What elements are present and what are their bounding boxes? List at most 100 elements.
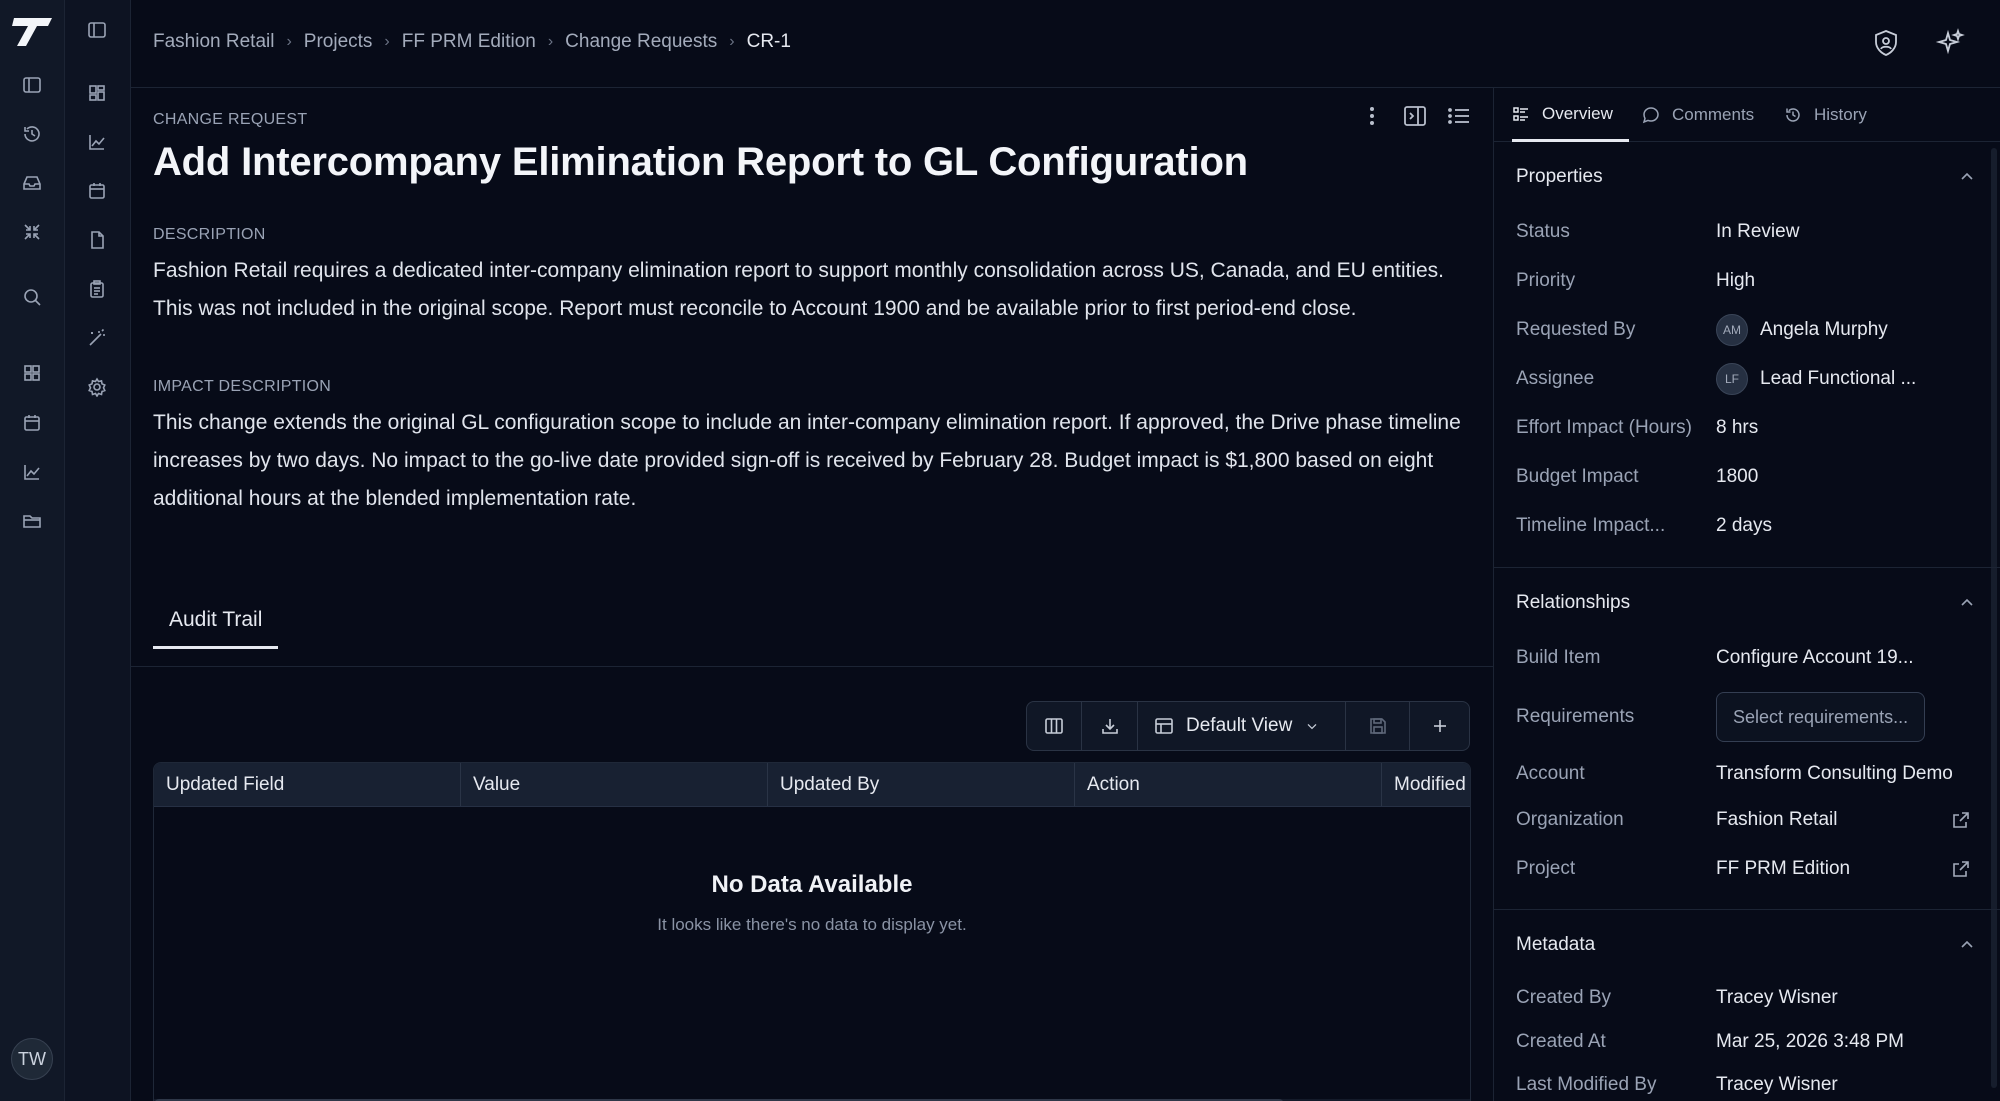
property-label: Build Item bbox=[1516, 647, 1601, 668]
add-row-button[interactable] bbox=[1410, 701, 1470, 751]
calendar-icon[interactable] bbox=[17, 408, 47, 438]
clipboard-icon[interactable] bbox=[82, 274, 112, 304]
property-status: Status In Review bbox=[1516, 217, 1976, 247]
requirements-select[interactable]: Select requirements... bbox=[1716, 692, 1926, 742]
history-icon bbox=[1786, 108, 1800, 122]
app-logo[interactable] bbox=[12, 14, 54, 50]
tab-overview[interactable]: Overview bbox=[1512, 88, 1629, 142]
dashboard-icon[interactable] bbox=[17, 358, 47, 388]
audit-tabs: Audit Trail bbox=[153, 608, 279, 649]
requested-by-name: Angela Murphy bbox=[1760, 319, 1888, 340]
external-link-icon[interactable] bbox=[1950, 858, 1972, 880]
property-budget: Budget Impact 1800 bbox=[1516, 462, 1976, 492]
sparkles-icon[interactable] bbox=[1935, 28, 1965, 58]
priority-value[interactable]: High bbox=[1716, 270, 1755, 292]
breadcrumb-item[interactable]: Change Requests bbox=[565, 31, 717, 53]
requested-by-value[interactable]: AM Angela Murphy bbox=[1716, 314, 1888, 346]
tab-history[interactable]: History bbox=[1784, 88, 1867, 142]
calendar-icon[interactable] bbox=[82, 176, 112, 206]
description-text: Fashion Retail requires a dedicated inte… bbox=[153, 259, 1445, 320]
account-value[interactable]: Transform Consulting Demo bbox=[1716, 763, 1953, 785]
shield-user-icon[interactable] bbox=[1871, 28, 1901, 58]
top-bar: Fashion Retail › Projects › FF PRM Editi… bbox=[131, 0, 2000, 88]
primary-sidebar: TW bbox=[0, 0, 65, 1101]
property-timeline: Timeline Impact... 2 days bbox=[1516, 511, 1976, 541]
column-header[interactable]: Updated By bbox=[768, 763, 1075, 806]
side-panel-icon[interactable] bbox=[1401, 102, 1429, 130]
view-select[interactable]: Default View bbox=[1138, 701, 1346, 751]
project-value[interactable]: FF PRM Edition bbox=[1716, 858, 1850, 880]
vertical-scrollbar[interactable] bbox=[1991, 148, 1997, 1088]
save-icon bbox=[1369, 718, 1386, 734]
column-header[interactable]: Action bbox=[1075, 763, 1382, 806]
property-label: Created At bbox=[1516, 1031, 1606, 1052]
property-label: Assignee bbox=[1516, 368, 1595, 389]
property-label: Last Modified By bbox=[1516, 1074, 1657, 1095]
organization-value[interactable]: Fashion Retail bbox=[1716, 809, 1837, 831]
property-label: Effort Impact (Hours) bbox=[1516, 417, 1692, 438]
budget-value[interactable]: 1800 bbox=[1716, 466, 1758, 488]
property-label: Status bbox=[1516, 221, 1570, 242]
breadcrumb-item[interactable]: Fashion Retail bbox=[153, 31, 274, 53]
list-icon[interactable] bbox=[1445, 102, 1473, 130]
property-assignee: Assignee LF Lead Functional ... bbox=[1516, 363, 1976, 395]
details-panel: Overview Comments History Properties Sta… bbox=[1493, 88, 2000, 1101]
breadcrumb-item[interactable]: FF PRM Edition bbox=[402, 31, 536, 53]
breadcrumb-item[interactable]: Projects bbox=[304, 31, 373, 53]
folder-icon[interactable] bbox=[17, 506, 47, 536]
external-link-icon[interactable] bbox=[1950, 809, 1972, 831]
metadata-created-by: Created By Tracey Wisner bbox=[1516, 983, 1976, 1013]
table-header: Updated Field Value Updated By Action Mo… bbox=[154, 763, 1470, 807]
property-label: Requested By bbox=[1516, 319, 1636, 340]
relationship-account: Account Transform Consulting Demo bbox=[1516, 759, 1976, 789]
columns-icon bbox=[1045, 718, 1063, 734]
relationships-heading: Relationships bbox=[1516, 592, 1631, 613]
document-icon[interactable] bbox=[82, 225, 112, 255]
modified-by-value: Tracey Wisner bbox=[1716, 1074, 1838, 1095]
divider bbox=[1494, 909, 2000, 910]
effort-value[interactable]: 8 hrs bbox=[1716, 417, 1758, 439]
download-button[interactable] bbox=[1082, 701, 1138, 751]
avatar: LF bbox=[1716, 363, 1748, 395]
settings-icon[interactable] bbox=[82, 372, 112, 402]
list-details-icon bbox=[1513, 106, 1528, 121]
tab-label: Comments bbox=[1672, 105, 1755, 124]
view-select-label: Default View bbox=[1186, 715, 1293, 736]
columns-button[interactable] bbox=[1026, 701, 1082, 751]
magic-wand-icon[interactable] bbox=[82, 323, 112, 353]
relationship-requirements: Requirements Select requirements... bbox=[1516, 692, 1976, 742]
plus-icon bbox=[1433, 720, 1446, 732]
collapse-icon[interactable] bbox=[17, 217, 47, 247]
history-icon[interactable] bbox=[17, 119, 47, 149]
metadata-modified-by: Last Modified By Tracey Wisner bbox=[1516, 1070, 1976, 1100]
dashboard-icon[interactable] bbox=[82, 78, 112, 108]
tab-audit-trail[interactable]: Audit Trail bbox=[153, 608, 279, 649]
more-vertical-icon[interactable] bbox=[1358, 102, 1386, 130]
property-label: Budget Impact bbox=[1516, 466, 1639, 487]
tab-comments[interactable]: Comments bbox=[1642, 88, 1754, 142]
sidebar-toggle-icon[interactable] bbox=[82, 15, 112, 45]
save-view-button[interactable] bbox=[1346, 701, 1410, 751]
search-icon[interactable] bbox=[17, 282, 47, 312]
metadata-heading: Metadata bbox=[1516, 934, 1596, 955]
inbox-icon[interactable] bbox=[17, 168, 47, 198]
assignee-value[interactable]: LF Lead Functional ... bbox=[1716, 363, 1916, 395]
created-at-value: Mar 25, 2026 3:48 PM bbox=[1716, 1031, 1904, 1052]
relationship-organization: Organization Fashion Retail bbox=[1516, 805, 1976, 835]
column-header[interactable]: Updated Field bbox=[154, 763, 461, 806]
build-item-value[interactable]: Configure Account 19... bbox=[1716, 647, 1914, 669]
column-header[interactable]: Modified bbox=[1382, 763, 1470, 806]
chevron-up-icon[interactable] bbox=[1958, 594, 1976, 612]
chart-icon[interactable] bbox=[17, 457, 47, 487]
metadata-created-at: Created At Mar 25, 2026 3:48 PM bbox=[1516, 1027, 1976, 1057]
user-avatar[interactable]: TW bbox=[11, 1038, 53, 1080]
property-label: Priority bbox=[1516, 270, 1576, 291]
column-header[interactable]: Value bbox=[461, 763, 768, 806]
chevron-up-icon[interactable] bbox=[1958, 936, 1976, 954]
panel-icon[interactable] bbox=[17, 70, 47, 100]
timeline-value[interactable]: 2 days bbox=[1716, 515, 1772, 537]
tab-label: Overview bbox=[1542, 103, 1613, 123]
analytics-icon[interactable] bbox=[82, 127, 112, 157]
chevron-up-icon[interactable] bbox=[1958, 168, 1976, 186]
status-value[interactable]: In Review bbox=[1716, 221, 1799, 243]
